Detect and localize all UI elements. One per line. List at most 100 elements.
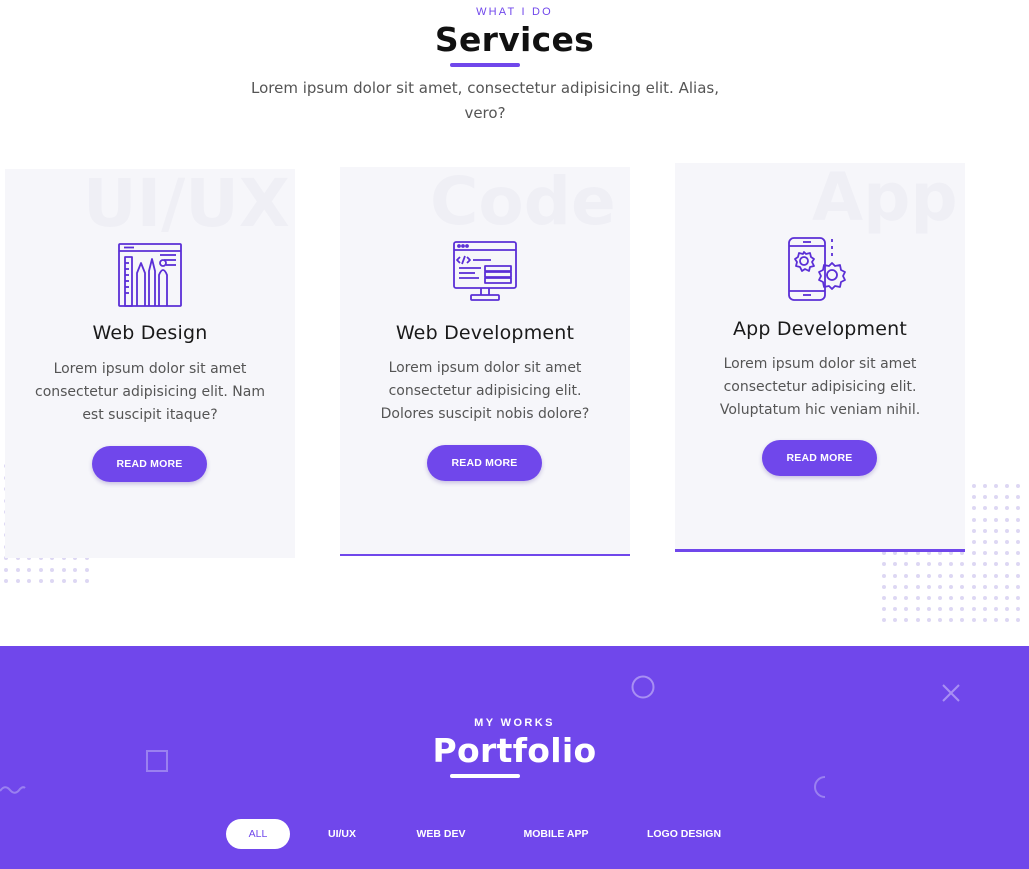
decorative-dot	[926, 607, 931, 612]
decorative-dot	[949, 596, 954, 600]
decorative-dot	[1016, 562, 1021, 567]
decorative-dot	[971, 528, 976, 533]
decorative-dot	[893, 596, 898, 600]
decorative-dot	[1005, 596, 1010, 600]
decorative-dot	[84, 567, 89, 572]
decorative-dot	[949, 584, 954, 589]
decorative-dot	[982, 540, 987, 544]
decorative-dot	[61, 579, 66, 583]
decorative-dot	[960, 584, 965, 589]
decorative-dot	[4, 567, 8, 572]
decorative-dot	[882, 607, 886, 612]
decorative-dot	[1005, 517, 1010, 522]
service-card-text: Lorem ipsum dolor sit amet consectetur a…	[380, 360, 590, 422]
decorative-dot	[15, 579, 20, 583]
filter-tab-web-dev[interactable]: WEB DEV	[407, 819, 475, 849]
decorative-dot	[904, 596, 909, 600]
decorative-dot	[982, 596, 987, 600]
decorative-dot	[61, 567, 66, 572]
decorative-dot	[38, 567, 43, 572]
mobile-gears-icon	[786, 235, 854, 303]
filter-tab-mobile-app[interactable]: MOBILE APP	[516, 819, 596, 849]
decorative-dot	[893, 618, 898, 623]
services-title-underline	[450, 63, 520, 67]
decorative-dot	[915, 607, 920, 612]
decorative-dot	[893, 573, 898, 578]
card-watermark: UI/UX	[83, 169, 290, 242]
decorative-dot	[915, 562, 920, 567]
decorative-dot	[882, 618, 886, 623]
decorative-dot	[1016, 495, 1021, 500]
decorative-dot	[971, 517, 976, 522]
decorative-dot	[1005, 573, 1010, 578]
decorative-dot	[938, 596, 942, 600]
decorative-dot	[971, 495, 976, 500]
decorative-dot	[960, 618, 965, 623]
decorative-dot	[994, 618, 998, 623]
portfolio-eyebrow: MY WORKS	[474, 717, 555, 729]
decorative-dot	[971, 596, 976, 600]
wave-icon	[0, 786, 26, 794]
decorative-dot	[893, 607, 898, 612]
decorative-dot	[926, 562, 931, 567]
decorative-dot	[960, 607, 965, 612]
arc-outline-icon	[814, 776, 826, 798]
card-bottom-border	[675, 549, 965, 552]
card-watermark: Code	[430, 167, 616, 240]
decorative-dot	[1016, 540, 1021, 544]
decorative-dot	[994, 573, 998, 578]
decorative-dot	[1005, 562, 1010, 567]
code-monitor-icon	[451, 239, 519, 307]
decorative-dot	[1005, 618, 1010, 623]
read-more-button[interactable]: READ MORE	[427, 445, 542, 481]
decorative-dot	[982, 517, 987, 522]
decorative-dot	[882, 584, 886, 589]
decorative-dot	[982, 495, 987, 500]
decorative-dot	[926, 573, 931, 578]
decorative-dot	[904, 584, 909, 589]
service-card-app-development: App App Development Lorem ipsum dolor si…	[675, 163, 965, 552]
decorative-dot	[938, 618, 942, 623]
decorative-dot	[882, 596, 886, 600]
card-watermark: App	[812, 163, 958, 236]
filter-tab-ui-ux[interactable]: UI/UX	[318, 819, 366, 849]
decorative-dot	[994, 517, 998, 522]
decorative-dot	[949, 573, 954, 578]
circle-outline-icon	[631, 675, 655, 699]
filter-tab-all[interactable]: ALL	[226, 819, 290, 849]
decorative-dot	[915, 618, 920, 623]
decorative-dot	[4, 579, 8, 583]
decorative-dot	[994, 484, 998, 488]
service-card-title: Web Development	[395, 322, 575, 344]
decorative-dot	[982, 607, 987, 612]
decorative-dot	[971, 562, 976, 567]
decorative-dot	[1016, 618, 1021, 623]
decorative-dot	[971, 584, 976, 589]
filter-tab-logo-design[interactable]: LOGO DESIGN	[638, 819, 730, 849]
decorative-dot	[1016, 484, 1021, 488]
decorative-dot	[994, 584, 998, 589]
service-card-title: App Development	[732, 318, 908, 340]
decorative-dot	[1005, 528, 1010, 533]
decorative-dot	[982, 506, 987, 511]
decorative-dot	[949, 618, 954, 623]
decorative-dot	[15, 567, 20, 572]
decorative-dot	[1016, 517, 1021, 522]
decorative-dot	[994, 528, 998, 533]
decorative-dot	[982, 573, 987, 578]
decorative-dot	[960, 573, 965, 578]
decorative-dot	[994, 551, 998, 556]
decorative-dot	[904, 562, 909, 567]
close-cross-icon	[942, 684, 960, 702]
decorative-dot	[971, 484, 976, 488]
decorative-dot	[971, 618, 976, 623]
decorative-dot	[50, 567, 54, 572]
decorative-dot	[1016, 596, 1021, 600]
service-card-text: Lorem ipsum dolor sit amet consectetur a…	[719, 356, 921, 418]
decorative-dot	[27, 579, 31, 583]
read-more-button[interactable]: READ MORE	[92, 446, 207, 482]
service-card-title: Web Design	[92, 322, 208, 344]
read-more-button[interactable]: READ MORE	[762, 440, 877, 476]
card-bottom-border	[340, 554, 630, 556]
decorative-dot	[882, 573, 886, 578]
